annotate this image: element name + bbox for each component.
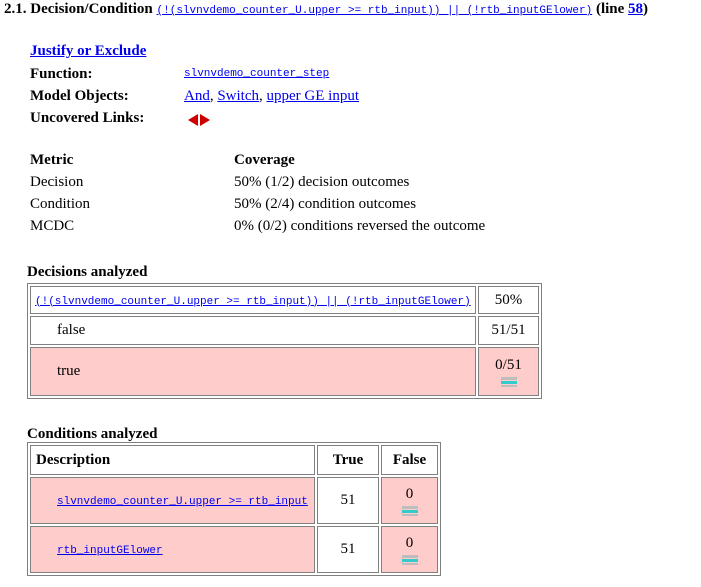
metric-coverage: 0% (0/2) conditions reversed the outcome [234, 218, 486, 234]
decision-outcome-row: false 51/51 [30, 316, 539, 345]
arrow-right-icon[interactable] [200, 113, 210, 126]
trace-link-icon[interactable] [500, 376, 517, 387]
model-object-link-upper-ge-input[interactable]: upper GE input [267, 88, 359, 104]
model-objects-label: Model Objects: [30, 88, 129, 104]
uncovered-links-arrows [188, 111, 210, 128]
condition-false-count: 0 [405, 534, 414, 551]
condition-row: slvnvdemo_counter_U.upper >= rtb_input 5… [30, 477, 438, 524]
justify-or-exclude-link[interactable]: Justify or Exclude [30, 43, 146, 60]
decision-outcome-row-uncovered: true 0/51 [30, 347, 539, 396]
decision-percent: 50% [478, 286, 539, 314]
condition-false-count: 0 [405, 485, 414, 502]
decision-outcome: true [30, 347, 476, 396]
condition-row: rtb_inputGElower 51 0 [30, 526, 438, 573]
uncovered-links-label: Uncovered Links: [30, 110, 145, 126]
heading-line-suffix: ) [643, 1, 649, 17]
heading-line-link[interactable]: 58 [628, 1, 643, 17]
description-column-header: Description [30, 445, 315, 475]
coverage-column-header: Coverage [234, 152, 295, 168]
arrow-left-icon[interactable] [188, 113, 198, 126]
decision-expression-cell: (!(slvnvdemo_counter_U.upper >= rtb_inpu… [30, 286, 476, 314]
metric-column-header: Metric [30, 152, 74, 168]
model-objects-list: And, Switch, upper GE input [184, 88, 359, 104]
condition-true-count: 51 [317, 477, 379, 524]
decision-outcome: false [30, 316, 476, 345]
true-column-header: True [317, 445, 379, 475]
condition-true-count: 51 [317, 526, 379, 573]
conditions-header-row: Description True False [30, 445, 438, 475]
function-link[interactable]: slvnvdemo_counter_step [184, 68, 329, 80]
metric-name: Condition [30, 196, 91, 212]
condition-description-cell: slvnvdemo_counter_U.upper >= rtb_input [30, 477, 315, 524]
trace-link-icon[interactable] [401, 554, 418, 565]
decision-outcome-count: 0/51 [495, 356, 522, 373]
decision-outcome-count: 51/51 [478, 316, 539, 345]
conditions-table: Description True False slvnvdemo_counter… [27, 442, 441, 576]
heading-expression-link[interactable]: (!(slvnvdemo_counter_U.upper >= rtb_inpu… [157, 5, 593, 17]
metric-coverage: 50% (1/2) decision outcomes [234, 174, 410, 190]
condition-description-cell: rtb_inputGElower [30, 526, 315, 573]
false-column-header: False [381, 445, 438, 475]
function-label: Function: [30, 66, 93, 82]
decision-expression-link[interactable]: (!(slvnvdemo_counter_U.upper >= rtb_inpu… [35, 296, 471, 308]
condition-description-link[interactable]: rtb_inputGElower [57, 545, 163, 557]
heading-prefix: 2.1. Decision/Condition [4, 1, 153, 17]
model-object-link-and[interactable]: And [184, 88, 210, 104]
conditions-title: Conditions analyzed [27, 426, 158, 442]
decisions-table: (!(slvnvdemo_counter_U.upper >= rtb_inpu… [27, 283, 542, 399]
condition-false-cell: 0 [381, 526, 438, 573]
decision-outcome-count-cell: 0/51 [478, 347, 539, 396]
trace-link-icon[interactable] [401, 505, 418, 516]
decision-expression-row: (!(slvnvdemo_counter_U.upper >= rtb_inpu… [30, 286, 539, 314]
model-object-link-switch[interactable]: Switch [217, 88, 259, 104]
decisions-title: Decisions analyzed [27, 264, 148, 280]
heading-line-prefix: (line [595, 1, 625, 17]
metric-name: Decision [30, 174, 84, 190]
metric-coverage: 50% (2/4) condition outcomes [234, 196, 417, 212]
condition-description-link[interactable]: slvnvdemo_counter_U.upper >= rtb_input [57, 496, 308, 508]
condition-false-cell: 0 [381, 477, 438, 524]
section-heading: 2.1. Decision/Condition (!(slvnvdemo_cou… [4, 1, 648, 18]
metric-name: MCDC [30, 218, 75, 234]
